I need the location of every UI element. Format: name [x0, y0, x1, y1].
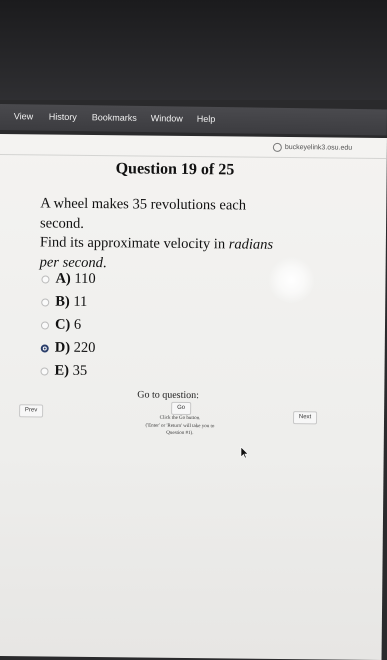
globe-icon [273, 143, 282, 152]
next-button[interactable]: Next [293, 411, 317, 424]
choice-c-value: 6 [74, 317, 81, 333]
prev-button[interactable]: Prev [19, 404, 43, 417]
quiz-page: buckeyelink3.osu.edu Question 19 of 25 A… [0, 134, 387, 660]
question-title: Question 19 of 25 [116, 160, 235, 179]
divider [0, 154, 387, 159]
choice-a-letter: A) [55, 271, 70, 287]
monitor-bezel [0, 0, 387, 100]
goto-label: Go to question: [137, 389, 199, 401]
choice-d-value: 220 [74, 340, 96, 356]
choice-a-value: 110 [74, 271, 95, 287]
site-address[interactable]: buckeyelink3.osu.edu [285, 144, 352, 152]
radio-b[interactable] [41, 298, 49, 306]
choice-e-value: 35 [73, 363, 88, 379]
question-line-3a: Find its approximate velocity in [40, 234, 229, 252]
menu-bar: View History Bookmarks Window Help [0, 104, 387, 135]
menu-bookmarks[interactable]: Bookmarks [92, 112, 137, 123]
radio-e[interactable] [40, 367, 48, 375]
hint-line-1: Click the Go button. [160, 416, 201, 421]
screen-glare [268, 257, 314, 303]
question-line-4: per second [40, 254, 103, 271]
mouse-cursor-icon [240, 447, 248, 459]
choice-e-letter: E) [54, 363, 69, 379]
radio-d-selected[interactable] [41, 344, 49, 352]
choice-b-letter: B) [55, 294, 70, 310]
radio-a[interactable] [41, 275, 49, 283]
question-line-1: A wheel makes 35 revolutions each [40, 195, 246, 213]
choice-b-value: 11 [73, 294, 87, 310]
menu-view[interactable]: View [14, 111, 33, 121]
menu-help[interactable]: Help [197, 114, 216, 124]
question-line-2: second. [40, 215, 84, 231]
go-button[interactable]: Go [171, 402, 191, 415]
question-line-4-end: . [103, 255, 107, 271]
radio-c[interactable] [41, 321, 49, 329]
menu-history[interactable]: History [49, 112, 77, 122]
hint-line-2: ('Enter' or 'Return' will take you to [145, 423, 214, 429]
choice-d-letter: D) [55, 340, 70, 356]
hint-line-3: Question #1). [166, 431, 193, 436]
go-hint: Click the Go button. ('Enter' or 'Return… [135, 414, 225, 437]
menu-window[interactable]: Window [151, 113, 183, 123]
choice-c-letter: C) [55, 317, 70, 333]
question-line-3b: radians [229, 236, 273, 252]
